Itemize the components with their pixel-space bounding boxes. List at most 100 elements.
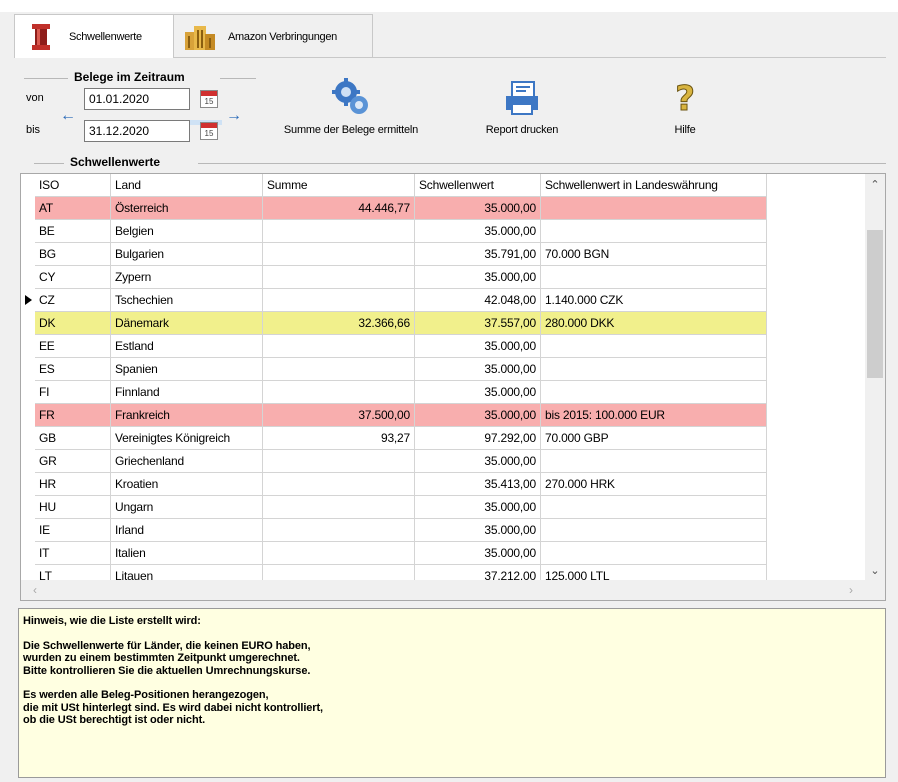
table-row[interactable]: HR Kroatien 35.413,00 270.000 HRK (21, 473, 866, 496)
scrollbar-thumb[interactable] (867, 230, 883, 378)
cell-iso[interactable]: HU (35, 496, 111, 519)
cell-land[interactable]: Griechenland (111, 450, 263, 473)
table-row[interactable]: EE Estland 35.000,00 (21, 335, 866, 358)
cell-schwelle[interactable]: 35.000,00 (415, 358, 541, 381)
column-header[interactable]: Summe (263, 174, 415, 197)
cell-land[interactable]: Estland (111, 335, 263, 358)
cell-summe[interactable] (263, 220, 415, 243)
cell-schwelle[interactable]: 35.000,00 (415, 266, 541, 289)
from-calendar-button[interactable]: 15 (200, 90, 218, 108)
cell-landeswaehrung[interactable]: bis 2015: 100.000 EUR (541, 404, 767, 427)
cell-land[interactable]: Tschechien (111, 289, 263, 312)
cell-land[interactable]: Italien (111, 542, 263, 565)
cell-schwelle[interactable]: 35.000,00 (415, 496, 541, 519)
cell-summe[interactable] (263, 358, 415, 381)
column-header[interactable]: ISO (35, 174, 111, 197)
cell-landeswaehrung[interactable] (541, 450, 767, 473)
cell-summe[interactable] (263, 243, 415, 266)
scroll-left-icon[interactable]: ‹ (25, 580, 45, 600)
cell-land[interactable]: Bulgarien (111, 243, 263, 266)
cell-summe[interactable] (263, 450, 415, 473)
table-row[interactable]: CZ Tschechien 42.048,00 1.140.000 CZK (21, 289, 866, 312)
cell-summe[interactable]: 37.500,00 (263, 404, 415, 427)
table-row[interactable]: IT Italien 35.000,00 (21, 542, 866, 565)
cell-land[interactable]: Dänemark (111, 312, 263, 335)
cell-land[interactable]: Kroatien (111, 473, 263, 496)
horizontal-scrollbar[interactable]: ‹ › (21, 580, 885, 600)
column-header[interactable]: Land (111, 174, 263, 197)
cell-schwelle[interactable]: 35.791,00 (415, 243, 541, 266)
cell-landeswaehrung[interactable] (541, 266, 767, 289)
cell-iso[interactable]: FR (35, 404, 111, 427)
cell-summe[interactable] (263, 519, 415, 542)
cell-summe[interactable] (263, 335, 415, 358)
table-row[interactable]: GB Vereinigtes Königreich 93,27 97.292,00 70… (21, 427, 866, 450)
cell-schwelle[interactable]: 42.048,00 (415, 289, 541, 312)
cell-iso[interactable]: FI (35, 381, 111, 404)
cell-landeswaehrung[interactable] (541, 358, 767, 381)
table-row[interactable]: DK Dänemark 32.366,66 37.557,00 280.000 DKK (21, 312, 866, 335)
print-report-button[interactable]: Report drucken (472, 78, 572, 136)
cell-schwelle[interactable]: 35.000,00 (415, 197, 541, 220)
tab-schwellenwerte[interactable]: Schwellenwerte (14, 14, 174, 58)
calculate-sums-button[interactable]: Summe der Belege ermitteln (266, 78, 436, 136)
to-date-input[interactable]: 31.12.2020 (84, 120, 190, 142)
table-row[interactable]: HU Ungarn 35.000,00 (21, 496, 866, 519)
cell-schwelle[interactable]: 35.000,00 (415, 220, 541, 243)
table-row[interactable]: AT Österreich 44.446,77 35.000,00 (21, 197, 866, 220)
cell-landeswaehrung[interactable]: 270.000 HRK (541, 473, 767, 496)
cell-land[interactable]: Zypern (111, 266, 263, 289)
cell-land[interactable]: Finnland (111, 381, 263, 404)
scroll-right-icon[interactable]: › (841, 580, 861, 600)
tab-amazon-verbringungen[interactable]: Amazon Verbringungen (173, 14, 373, 58)
table-row[interactable]: GR Griechenland 35.000,00 (21, 450, 866, 473)
cell-iso[interactable]: GR (35, 450, 111, 473)
cell-schwelle[interactable]: 35.413,00 (415, 473, 541, 496)
cell-iso[interactable]: HR (35, 473, 111, 496)
cell-landeswaehrung[interactable] (541, 220, 767, 243)
cell-iso[interactable]: EE (35, 335, 111, 358)
cell-iso[interactable]: IE (35, 519, 111, 542)
cell-land[interactable]: Frankreich (111, 404, 263, 427)
cell-schwelle[interactable]: 35.000,00 (415, 381, 541, 404)
table-row[interactable]: BE Belgien 35.000,00 (21, 220, 866, 243)
cell-iso[interactable]: CZ (35, 289, 111, 312)
cell-iso[interactable]: BG (35, 243, 111, 266)
cell-schwelle[interactable]: 35.000,00 (415, 404, 541, 427)
column-header[interactable]: Schwellenwert (415, 174, 541, 197)
cell-landeswaehrung[interactable]: 1.140.000 CZK (541, 289, 767, 312)
cell-land[interactable]: Ungarn (111, 496, 263, 519)
help-button[interactable]: ? Hilfe (660, 78, 710, 137)
cell-summe[interactable]: 32.366,66 (263, 312, 415, 335)
table-row[interactable]: CY Zypern 35.000,00 (21, 266, 866, 289)
cell-landeswaehrung[interactable]: 70.000 BGN (541, 243, 767, 266)
cell-schwelle[interactable]: 97.292,00 (415, 427, 541, 450)
cell-summe[interactable] (263, 542, 415, 565)
table-row[interactable]: BG Bulgarien 35.791,00 70.000 BGN (21, 243, 866, 266)
cell-iso[interactable]: AT (35, 197, 111, 220)
cell-landeswaehrung[interactable] (541, 519, 767, 542)
table-row[interactable]: IE Irland 35.000,00 (21, 519, 866, 542)
cell-schwelle[interactable]: 37.557,00 (415, 312, 541, 335)
cell-summe[interactable] (263, 289, 415, 312)
table-row[interactable]: FR Frankreich 37.500,00 35.000,00 bis 2015: … (21, 404, 866, 427)
cell-summe[interactable]: 44.446,77 (263, 197, 415, 220)
cell-landeswaehrung[interactable] (541, 197, 767, 220)
table-row[interactable]: ES Spanien 35.000,00 (21, 358, 866, 381)
column-header[interactable]: Schwellenwert in Landeswährung (541, 174, 767, 197)
cell-landeswaehrung[interactable]: 70.000 GBP (541, 427, 767, 450)
cell-landeswaehrung[interactable] (541, 496, 767, 519)
cell-summe[interactable]: 93,27 (263, 427, 415, 450)
cell-landeswaehrung[interactable]: 280.000 DKK (541, 312, 767, 335)
cell-summe[interactable] (263, 266, 415, 289)
cell-land[interactable]: Spanien (111, 358, 263, 381)
cell-iso[interactable]: IT (35, 542, 111, 565)
table-row[interactable]: FI Finnland 35.000,00 (21, 381, 866, 404)
cell-schwelle[interactable]: 35.000,00 (415, 335, 541, 358)
cell-iso[interactable]: CY (35, 266, 111, 289)
cell-schwelle[interactable]: 35.000,00 (415, 450, 541, 473)
from-date-input[interactable]: 01.01.2020 (84, 88, 190, 110)
cell-land[interactable]: Österreich (111, 197, 263, 220)
cell-iso[interactable]: GB (35, 427, 111, 450)
cell-iso[interactable]: ES (35, 358, 111, 381)
